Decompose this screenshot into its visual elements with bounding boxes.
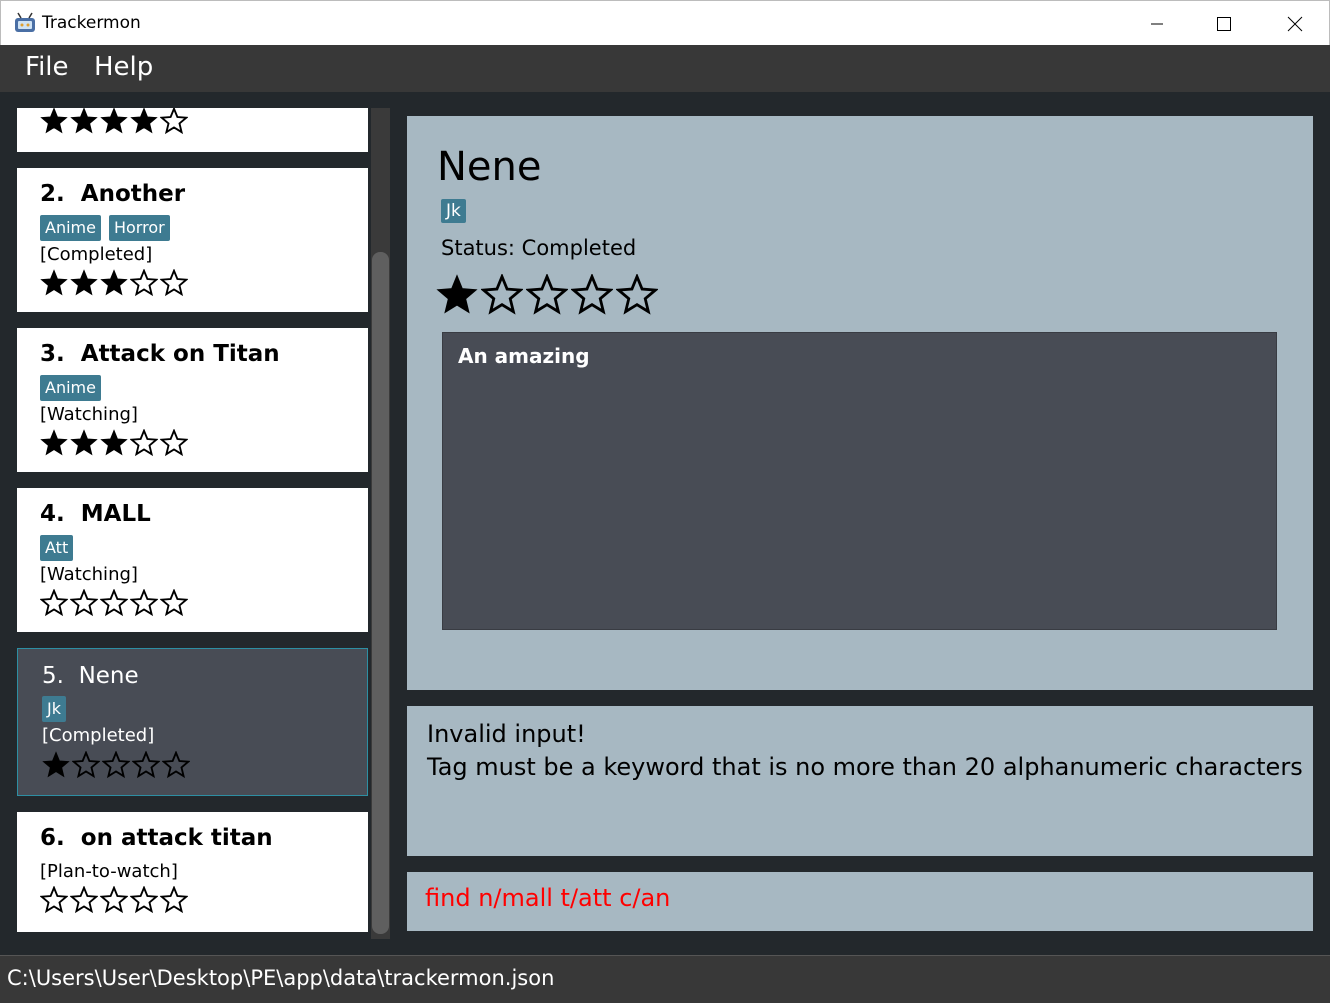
rating-stars (42, 751, 190, 779)
star-filled-icon (40, 108, 68, 134)
tag-badge: Anime (40, 375, 101, 401)
command-box (407, 872, 1313, 931)
show-card[interactable]: 4. MALL Att [Watching] (17, 488, 368, 632)
show-title: 3. Attack on Titan (40, 341, 280, 367)
star-empty-icon (70, 589, 98, 617)
app-icon (15, 12, 35, 32)
star-empty-icon (100, 589, 128, 617)
tag-list: Att (40, 535, 74, 561)
tag-badge: Jk (42, 696, 66, 722)
show-status: [Watching] (40, 564, 138, 585)
tag-badge: Anime (40, 215, 101, 241)
star-filled-icon (130, 108, 158, 134)
show-title: 4. MALL (40, 501, 151, 527)
show-title: 6. on attack titan (40, 825, 273, 851)
star-empty-icon (616, 274, 658, 315)
close-button[interactable] (1260, 1, 1330, 46)
show-card-selected[interactable]: 5. Nene Jk [Completed] (17, 648, 368, 796)
title-bar: Trackermon (0, 0, 1330, 45)
star-filled-icon (42, 751, 70, 778)
star-empty-icon (100, 886, 128, 914)
maximize-icon (1217, 16, 1231, 31)
detail-title: Nene (437, 144, 542, 190)
status-bar: C:\Users\User\Desktop\PE\app\data\tracke… (0, 955, 1330, 1003)
star-empty-icon (481, 274, 523, 315)
result-message-line: Invalid input! (427, 720, 586, 748)
star-empty-icon (40, 589, 68, 617)
show-card[interactable]: 6. on attack titan [Plan-to-watch] (17, 812, 368, 932)
tag-list: Jk (42, 696, 66, 722)
rating-stars (40, 429, 188, 457)
star-empty-icon (160, 886, 188, 914)
close-icon (1287, 16, 1303, 31)
show-card[interactable]: 2. Another Anime Horror [Completed] (17, 168, 368, 312)
star-empty-icon (160, 269, 188, 297)
rating-stars (40, 886, 188, 914)
maximize-button[interactable] (1189, 1, 1259, 46)
star-empty-icon (160, 429, 188, 457)
description-box: An amazing (442, 332, 1277, 630)
detail-tag-list: Jk (441, 199, 466, 223)
data-file-path: C:\Users\User\Desktop\PE\app\data\tracke… (7, 966, 555, 990)
result-message-line: Tag must be a keyword that is no more th… (427, 753, 1303, 781)
star-filled-icon (100, 269, 128, 296)
minimize-button[interactable] (1122, 1, 1192, 46)
show-status: [Completed] (40, 244, 153, 265)
star-empty-icon (70, 886, 98, 914)
rating-stars (40, 269, 188, 297)
tag-list: Anime Horror (40, 215, 170, 241)
star-empty-icon (526, 274, 568, 315)
show-card[interactable] (17, 108, 368, 152)
star-filled-icon (436, 274, 478, 314)
detail-rating-stars (436, 274, 658, 316)
show-title: 5. Nene (42, 663, 139, 689)
show-status: [Completed] (42, 725, 155, 746)
show-status: [Plan-to-watch] (40, 861, 178, 882)
star-empty-icon (160, 589, 188, 617)
star-filled-icon (70, 269, 98, 296)
show-detail-panel: Nene Jk Status: Completed An amazing (407, 116, 1313, 690)
star-empty-icon (40, 886, 68, 914)
tag-badge: Att (40, 535, 74, 561)
star-filled-icon (100, 429, 128, 456)
star-empty-icon (130, 429, 158, 457)
show-status: [Watching] (40, 404, 138, 425)
star-empty-icon (132, 751, 160, 779)
command-input[interactable] (425, 884, 1295, 912)
detail-status: Status: Completed (441, 236, 637, 260)
star-empty-icon (160, 108, 188, 135)
main-area: 2. Another Anime Horror [Completed] 3. A… (0, 92, 1330, 955)
rating-stars (40, 589, 188, 617)
star-empty-icon (130, 269, 158, 297)
star-empty-icon (162, 751, 190, 779)
rating-stars (40, 108, 188, 135)
menu-bar: File Help (0, 45, 1330, 92)
show-list[interactable]: 2. Another Anime Horror [Completed] 3. A… (0, 108, 370, 939)
star-empty-icon (130, 589, 158, 617)
description-text: An amazing (458, 344, 590, 368)
show-card[interactable]: 3. Attack on Titan Anime [Watching] (17, 328, 368, 472)
result-display: Invalid input! Tag must be a keyword tha… (407, 706, 1313, 856)
star-empty-icon (130, 886, 158, 914)
star-filled-icon (40, 429, 68, 456)
show-title: 2. Another (40, 181, 186, 207)
minimize-icon (1151, 23, 1163, 24)
star-filled-icon (40, 269, 68, 296)
star-empty-icon (571, 274, 613, 315)
tag-badge: Jk (441, 199, 466, 223)
tag-list: Anime (40, 375, 101, 401)
star-filled-icon (70, 429, 98, 456)
star-filled-icon (70, 108, 98, 134)
menu-help[interactable]: Help (94, 52, 153, 82)
menu-file[interactable]: File (25, 52, 69, 82)
star-empty-icon (72, 751, 100, 779)
window-title: Trackermon (42, 13, 141, 33)
list-scrollbar-thumb[interactable] (372, 252, 389, 934)
star-empty-icon (102, 751, 130, 779)
tag-badge: Horror (108, 215, 170, 241)
star-filled-icon (100, 108, 128, 134)
